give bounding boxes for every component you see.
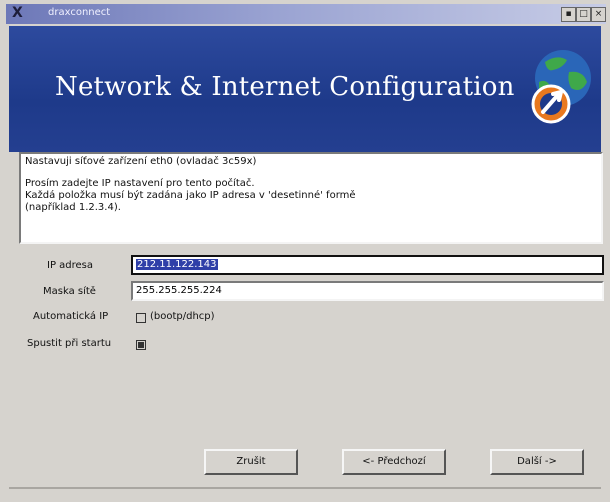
- info-line: Každá položka musí být zadána jako IP ad…: [25, 190, 356, 201]
- info-line: Nastavuji síťové zařízení eth0 (ovladač …: [25, 156, 257, 167]
- window-title: draxconnect: [48, 7, 111, 18]
- next-button[interactable]: Další ->: [490, 449, 584, 475]
- netmask-label: Maska sítě: [43, 286, 96, 297]
- netmask-value: 255.255.255.224: [136, 285, 222, 296]
- wizard-window: X draxconnect ▪ □ × Network & Internet C…: [0, 0, 610, 502]
- ip-address-input[interactable]: 212.11.122.143: [131, 255, 604, 275]
- netmask-input[interactable]: 255.255.255.224: [131, 281, 604, 301]
- auto-ip-label: Automatická IP: [33, 311, 109, 322]
- maximize-button[interactable]: □: [576, 7, 591, 22]
- ip-address-value: 212.11.122.143: [136, 259, 218, 270]
- back-button[interactable]: <- Předchozí: [342, 449, 446, 475]
- title-bar[interactable]: X draxconnect ▪ □ ×: [6, 4, 606, 24]
- start-on-boot-checkbox[interactable]: [136, 340, 146, 350]
- cancel-button[interactable]: Zrušit: [204, 449, 298, 475]
- info-text: Nastavuji síťové zařízení eth0 (ovladač …: [19, 152, 603, 244]
- bottom-divider: [9, 487, 601, 489]
- close-button[interactable]: ×: [591, 7, 606, 22]
- minimize-button[interactable]: ▪: [561, 7, 576, 22]
- header-banner: Network & Internet Configuration: [9, 26, 601, 152]
- info-line: Prosím zadejte IP nastavení pro tento po…: [25, 178, 255, 189]
- network-globe-icon: [531, 50, 591, 124]
- auto-ip-checkbox[interactable]: [136, 313, 146, 323]
- banner-title: Network & Internet Configuration: [55, 72, 515, 102]
- auto-ip-option: (bootp/dhcp): [150, 311, 215, 322]
- start-on-boot-label: Spustit při startu: [27, 338, 112, 349]
- ip-address-label: IP adresa: [47, 260, 94, 271]
- info-line: (například 1.2.3.4).: [25, 202, 121, 213]
- app-icon: X: [12, 5, 23, 21]
